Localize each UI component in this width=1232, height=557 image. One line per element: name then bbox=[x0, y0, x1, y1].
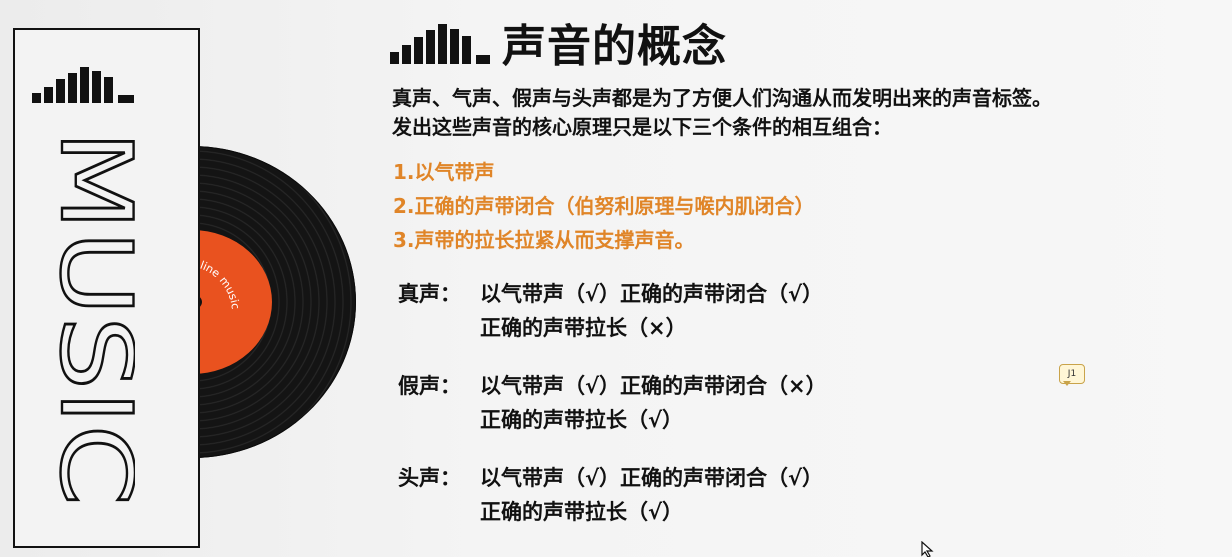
music-vertical-word: MUSIC bbox=[40, 130, 135, 507]
intro-line: 发出这些声音的核心原理只是以下三个条件的相互组合： bbox=[392, 115, 892, 139]
voice-name: 假声： bbox=[398, 374, 461, 398]
condition-item: 3.声带的拉长拉紧从而支撑声音。 bbox=[393, 228, 695, 252]
voice-criteria-line: 以气带声（√）正确的声带闭合（√） bbox=[480, 466, 824, 490]
intro-paragraph: 真声、气声、假声与头声都是为了方便人们沟通从而发明出来的声音标签。 发出这些声音… bbox=[392, 84, 1222, 142]
comment-bubble-icon[interactable]: J1 bbox=[1059, 364, 1085, 386]
conditions-list: 1.以气带声 2.正确的声带闭合（伯努利原理与喉内肌闭合） 3.声带的拉长拉紧从… bbox=[393, 155, 815, 257]
voice-criteria-line: 正确的声带拉长（×） bbox=[480, 316, 687, 340]
condition-item: 2.正确的声带闭合（伯努利原理与喉内肌闭合） bbox=[393, 194, 815, 218]
voice-criteria-line: 以气带声（√）正确的声带闭合（√） bbox=[480, 282, 824, 306]
page-title: 声音的概念 bbox=[502, 21, 727, 72]
equalizer-bars-icon bbox=[390, 24, 490, 64]
voice-name: 头声： bbox=[398, 466, 461, 490]
voice-name: 真声： bbox=[398, 282, 461, 306]
intro-line: 真声、气声、假声与头声都是为了方便人们沟通从而发明出来的声音标签。 bbox=[392, 86, 1052, 110]
equalizer-bars-icon bbox=[32, 67, 134, 103]
comment-tail bbox=[1063, 381, 1071, 386]
voice-criteria-line: 正确的声带拉长（√） bbox=[480, 500, 684, 524]
voice-criteria-line: 正确的声带拉长（√） bbox=[480, 408, 684, 432]
music-side-panel: MUSIC bbox=[13, 28, 200, 548]
svg-text:MUSIC: MUSIC bbox=[40, 130, 135, 506]
condition-item: 1.以气带声 bbox=[393, 160, 495, 184]
voice-criteria-line: 以气带声（√）正确的声带闭合（×） bbox=[480, 374, 827, 398]
